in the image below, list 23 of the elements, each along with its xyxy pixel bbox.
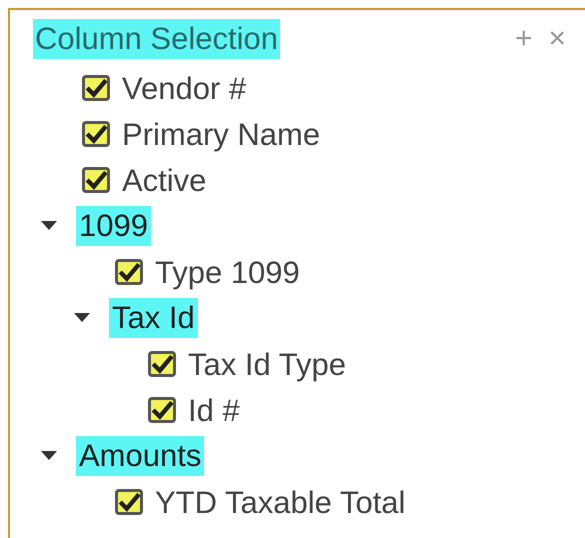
group-label: Amounts [76,436,204,476]
field-label: Id # [188,394,240,426]
field-label: YTD Taxable Total [155,486,406,518]
field-label: Type 1099 [155,256,300,288]
checkbox[interactable] [148,397,176,423]
expand-caret-icon[interactable] [41,221,57,231]
checkbox[interactable] [82,121,110,147]
add-button[interactable]: + [514,24,532,54]
checkbox[interactable] [148,351,176,377]
checkbox[interactable] [82,167,110,193]
field-label: Tax Id Type [188,348,346,380]
checkbox[interactable] [82,75,110,101]
panel-title: Column Selection [33,19,280,59]
group-label: 1099 [76,206,151,246]
checkbox[interactable] [115,489,143,515]
field-label: Active [122,164,206,196]
close-button[interactable]: × [548,24,566,54]
checkbox[interactable] [115,259,143,285]
expand-caret-icon[interactable] [74,313,90,323]
expand-caret-icon[interactable] [41,451,57,461]
field-label: Primary Name [122,118,320,150]
field-label: Vendor # [122,72,246,104]
group-label: Tax Id [109,298,198,338]
